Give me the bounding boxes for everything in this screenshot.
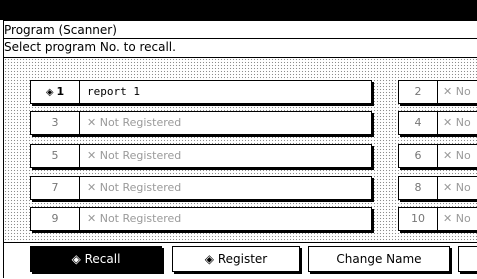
program-name: ✕ No <box>443 212 471 225</box>
panel-title: Program (Scanner) <box>4 23 117 37</box>
extra-button[interactable] <box>458 246 477 272</box>
recall-label: Recall <box>84 252 121 266</box>
program-number: 4 <box>414 116 422 129</box>
program-name: ✕ Not Registered <box>87 181 182 194</box>
change-name-label: Change Name <box>336 252 422 266</box>
program-row-4[interactable]: 4 ✕ No <box>398 111 477 135</box>
program-row-7[interactable]: 7 ✕ Not Registered <box>30 176 372 200</box>
cell-divider <box>79 208 80 230</box>
cell-divider <box>79 112 80 134</box>
program-number: 10 <box>411 212 425 225</box>
program-row-3[interactable]: 3 ✕ Not Registered <box>30 111 372 135</box>
register-label: Register <box>217 252 268 266</box>
diamond-arrow-icon: ◈ <box>204 252 218 266</box>
program-name: ✕ Not Registered <box>87 116 182 129</box>
diamond-arrow-icon: ◈ <box>45 87 54 98</box>
program-row-2[interactable]: 2 ✕ No <box>398 80 477 104</box>
change-name-button[interactable]: Change Name <box>308 246 450 272</box>
cell-divider <box>79 81 80 103</box>
program-row-10[interactable]: 10 ✕ No <box>398 207 477 231</box>
program-row-5[interactable]: 5 ✕ Not Registered <box>30 144 372 168</box>
program-number-cell: ◈ 1 <box>33 81 77 103</box>
cell-divider <box>79 177 80 199</box>
program-number: 1 <box>56 85 65 98</box>
cell-divider <box>437 145 438 167</box>
program-row-6[interactable]: 6 ✕ No <box>398 144 477 168</box>
program-number: 8 <box>414 181 422 194</box>
program-number: 3 <box>51 116 59 129</box>
instruction-text: Select program No. to recall. <box>4 40 176 54</box>
program-number: 6 <box>414 149 422 162</box>
cell-divider <box>437 81 438 103</box>
recall-button[interactable]: ◈ Recall <box>30 246 162 272</box>
program-name: ✕ No <box>443 181 471 194</box>
program-number: 2 <box>414 85 422 98</box>
cell-divider <box>437 177 438 199</box>
program-name: ✕ Not Registered <box>87 212 182 225</box>
program-row-9[interactable]: 9 ✕ Not Registered <box>30 207 372 231</box>
program-row-8[interactable]: 8 ✕ No <box>398 176 477 200</box>
top-status-bar <box>0 0 477 20</box>
register-button[interactable]: ◈ Register <box>172 246 300 272</box>
program-name: report 1 <box>87 85 140 98</box>
program-number: 9 <box>51 212 59 225</box>
cell-divider <box>437 208 438 230</box>
program-name: ✕ No <box>443 85 471 98</box>
cell-divider <box>79 145 80 167</box>
program-name: ✕ No <box>443 116 471 129</box>
program-name: ✕ Not Registered <box>87 149 182 162</box>
program-number: 7 <box>51 181 59 194</box>
program-name: ✕ No <box>443 149 471 162</box>
program-number: 5 <box>51 149 59 162</box>
cell-divider <box>437 112 438 134</box>
program-row-1[interactable]: ◈ 1 report 1 <box>30 80 372 104</box>
diamond-arrow-icon: ◈ <box>71 252 85 266</box>
